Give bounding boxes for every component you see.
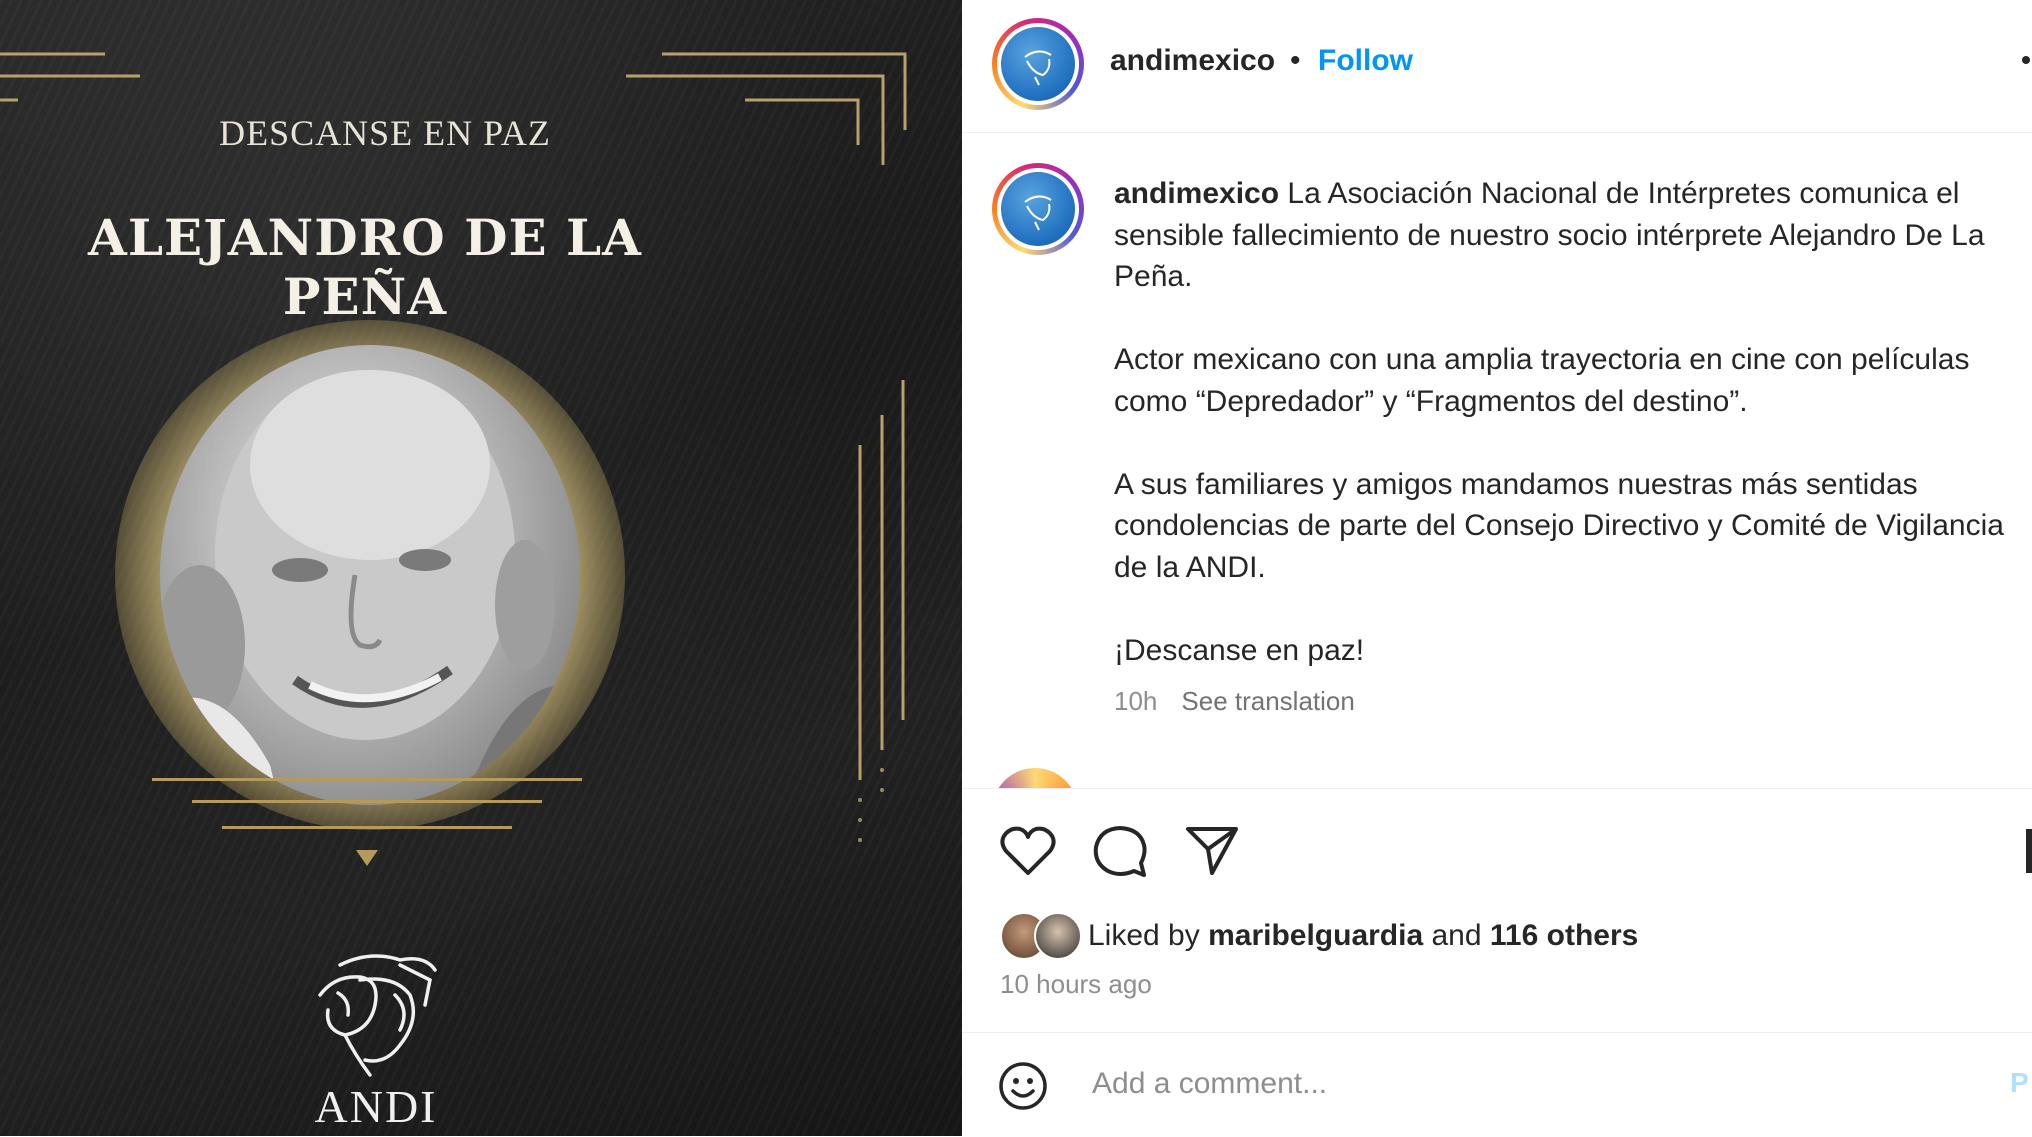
likes-summary: Liked by maribelguardia and 116 others: [1088, 919, 1638, 953]
gold-divider: [192, 800, 542, 803]
caption-paragraph: Actor mexicano con una amplia trayectori…: [1114, 343, 1970, 418]
caption-paragraph: A sus familiares y amigos mandamos nuest…: [1114, 467, 2004, 584]
liker-username[interactable]: maribelguardia: [1208, 919, 1423, 952]
comment-icon[interactable]: [1092, 823, 1148, 879]
share-icon[interactable]: [1184, 823, 1240, 879]
liker-avatar: [1034, 912, 1082, 960]
see-translation-link[interactable]: See translation: [1181, 686, 1354, 716]
rip-heading: DESCANSE EN PAZ: [219, 113, 551, 153]
liker-avatars[interactable]: [1000, 912, 1090, 960]
bookmark-icon[interactable]: [2026, 829, 2032, 873]
post-sidebar: andimexico • Follow andimexico La Asocia…: [962, 0, 2032, 1136]
comment-bar: P: [962, 1032, 2032, 1137]
andi-logo-icon: [318, 954, 437, 1077]
post-image[interactable]: DESCANSE EN PAZ ALEJANDRO DE LA PEÑA AND…: [0, 0, 962, 1136]
caption-area: andimexico La Asociación Nacional de Int…: [962, 133, 2032, 788]
andi-avatar-logo-icon: [1024, 50, 1052, 86]
caption-paragraph: ¡Descanse en paz!: [1114, 633, 1365, 667]
next-comment-avatar[interactable]: [992, 768, 1078, 788]
likes-others-link[interactable]: 116 others: [1490, 919, 1638, 952]
post-header: andimexico • Follow: [962, 0, 2032, 133]
emoji-icon[interactable]: [998, 1061, 1048, 1111]
caption-paragraph: andimexico La Asociación Nacional de Int…: [1114, 173, 2019, 298]
caption-meta: 10h See translation: [1114, 686, 1355, 717]
andi-logo-text: ANDI: [314, 1081, 438, 1132]
gold-arrow-icon: [356, 850, 378, 866]
deceased-name: ALEJANDRO DE LA PEÑA: [88, 208, 642, 326]
caption-text: andimexico La Asociación Nacional de Int…: [1114, 173, 2019, 713]
caption-time: 10h: [1114, 686, 1158, 716]
header-separator: •: [1290, 44, 1301, 77]
caption-avatar[interactable]: [992, 163, 1084, 255]
post-comment-button[interactable]: P: [2010, 1067, 2029, 1099]
liked-by-prefix: Liked by: [1088, 919, 1209, 952]
follow-button[interactable]: Follow: [1318, 44, 1413, 78]
header-username[interactable]: andimexico: [1110, 44, 1275, 78]
post-actions: Liked by maribelguardia and 116 others 1…: [962, 788, 2032, 1034]
gold-divider: [222, 826, 512, 829]
gold-divider: [152, 778, 582, 781]
profile-avatar[interactable]: [992, 18, 1084, 110]
liked-by-mid: and: [1423, 919, 1490, 952]
post-time-ago[interactable]: 10 hours ago: [1000, 969, 1152, 1000]
comment-input[interactable]: [1090, 1061, 1954, 1107]
portrait-photo: [160, 345, 580, 805]
caption-username[interactable]: andimexico: [1114, 177, 1279, 210]
andi-avatar-logo-icon: [1024, 195, 1052, 231]
heart-icon[interactable]: [1000, 825, 1056, 877]
more-options-icon[interactable]: [2022, 56, 2030, 64]
